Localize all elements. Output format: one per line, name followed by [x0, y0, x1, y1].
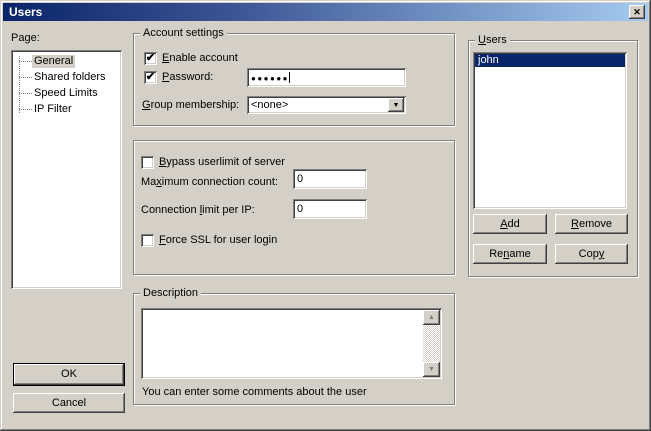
max-connection-count-label: Maximum connection count: — [141, 176, 278, 189]
description-textarea[interactable]: ▲ ▼ — [141, 308, 442, 379]
cancel-button[interactable]: Cancel — [13, 393, 125, 413]
force-ssl-checkbox[interactable]: ✔ — [141, 234, 154, 247]
account-settings-title: Account settings — [140, 27, 227, 40]
max-connection-count-input[interactable]: 0 — [293, 169, 367, 189]
copy-button-label: Copy — [579, 248, 605, 261]
connection-limit-per-ip-label: Connection limit per IP: — [141, 204, 255, 217]
group-membership-label: Group membership: — [142, 99, 239, 112]
users-listbox[interactable]: john — [473, 52, 627, 209]
tree-item-speed-limits[interactable]: Speed Limits — [11, 85, 122, 101]
user-name: john — [478, 54, 499, 67]
tree-item-label[interactable]: IP Filter — [32, 103, 74, 116]
force-ssl-label: Force SSL for user login — [159, 234, 277, 247]
close-button[interactable]: ✕ — [629, 5, 645, 19]
password-label: Password: — [162, 71, 213, 84]
text-caret — [289, 72, 290, 83]
copy-button[interactable]: Copy — [555, 244, 628, 264]
add-button[interactable]: Add — [473, 214, 547, 234]
group-membership-dropdown[interactable]: <none> ▼ — [247, 96, 406, 114]
enable-account-label: Enable account — [162, 52, 238, 65]
connection-limit-per-ip-input[interactable]: 0 — [293, 199, 367, 219]
chevron-down-icon: ▼ — [393, 102, 400, 109]
users-group-title: Users — [475, 34, 510, 47]
title-bar[interactable]: Users ✕ — [3, 3, 648, 21]
remove-button[interactable]: Remove — [555, 214, 628, 234]
users-dialog: Users ✕ Page: General Shared folders Spe… — [0, 0, 651, 431]
max-connection-count-value: 0 — [297, 173, 303, 186]
ok-button-label: OK — [61, 368, 77, 381]
rename-button[interactable]: Rename — [473, 244, 547, 264]
tree-item-shared-folders[interactable]: Shared folders — [11, 69, 122, 85]
dropdown-button[interactable]: ▼ — [388, 98, 404, 112]
window-title: Users — [9, 5, 42, 19]
bypass-userlimit-checkbox[interactable]: ✔ — [141, 156, 154, 169]
description-hint: You can enter some comments about the us… — [142, 386, 367, 399]
user-list-item[interactable]: john — [475, 54, 625, 67]
arrow-up-icon: ▲ — [428, 314, 435, 321]
tree-item-general[interactable]: General — [11, 53, 122, 69]
checkmark-icon: ✔ — [146, 53, 155, 64]
scroll-up-button[interactable]: ▲ — [423, 310, 440, 325]
remove-button-label: Remove — [571, 218, 612, 231]
description-title: Description — [140, 287, 201, 300]
close-icon: ✕ — [633, 8, 641, 17]
connection-limit-per-ip-value: 0 — [297, 203, 303, 216]
password-masked-value: ●●●●●● — [251, 72, 289, 85]
bypass-userlimit-label: Bypass userlimit of server — [159, 156, 285, 169]
tree-item-label[interactable]: Shared folders — [32, 71, 108, 84]
enable-account-checkbox[interactable]: ✔ — [144, 52, 157, 65]
rename-button-label: Rename — [489, 248, 531, 261]
add-button-label: Add — [500, 218, 520, 231]
tree-item-ip-filter[interactable]: IP Filter — [11, 101, 122, 117]
arrow-down-icon: ▼ — [428, 366, 435, 373]
scroll-down-button[interactable]: ▼ — [423, 362, 440, 377]
cancel-button-label: Cancel — [52, 397, 86, 410]
tree-item-label[interactable]: General — [32, 55, 75, 68]
description-scrollbar[interactable]: ▲ ▼ — [423, 310, 440, 377]
ok-button[interactable]: OK — [13, 363, 125, 386]
password-checkbox[interactable]: ✔ — [144, 71, 157, 84]
page-label: Page: — [11, 32, 40, 45]
tree-item-label[interactable]: Speed Limits — [32, 87, 100, 100]
group-membership-value: <none> — [251, 99, 288, 112]
password-input[interactable]: ●●●●●● — [247, 68, 406, 87]
checkmark-icon: ✔ — [146, 72, 155, 83]
page-tree[interactable]: General Shared folders Speed Limits IP F… — [11, 50, 122, 289]
